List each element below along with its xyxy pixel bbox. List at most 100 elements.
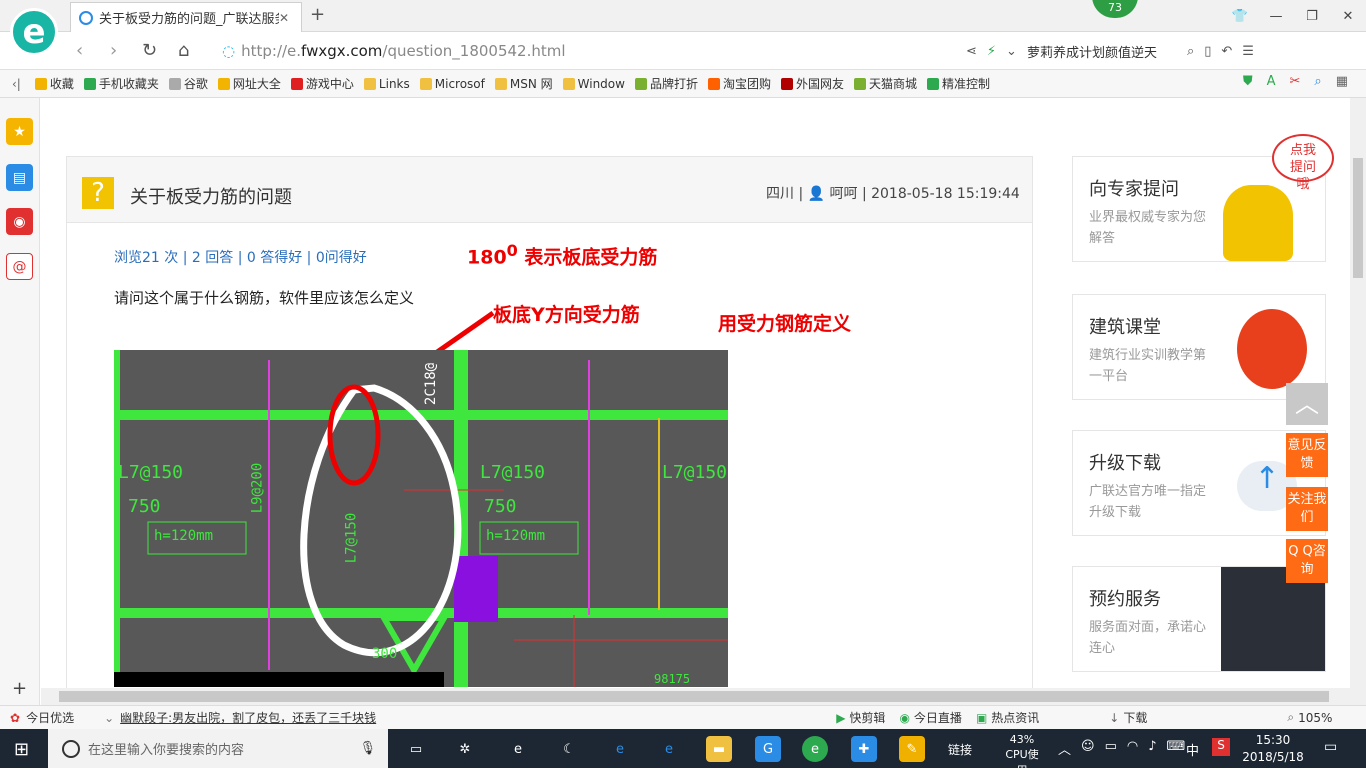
share-icon[interactable]: ⋖ [966,44,977,59]
status-clip[interactable]: 快剪辑 [849,709,885,726]
vertical-scroll-thumb[interactable] [1353,158,1363,278]
undo-icon[interactable]: ↶ [1221,44,1232,59]
status-live[interactable]: 今日直播 [914,709,962,726]
qq-button[interactable]: Q Q咨询 [1286,539,1328,583]
cad-label: 300 [372,646,398,662]
refresh-icon[interactable]: ↻ [142,40,157,61]
minimize-icon[interactable]: — [1258,0,1294,32]
ask-bubble[interactable]: 点我提问哦 [1272,134,1334,192]
bookmark-item[interactable]: Links [363,77,410,91]
cad-drawing [114,350,728,687]
follow-button[interactable]: 关注我们 [1286,487,1328,531]
app-c-icon[interactable]: ☾ [556,736,582,762]
mobile-icon[interactable]: ▯ [1204,44,1211,59]
add-icon[interactable]: + [12,678,27,699]
notification-center-icon[interactable]: ▭ [1324,739,1337,755]
feedback-button[interactable]: 意见反馈 [1286,433,1328,477]
reader-icon[interactable]: ▤ [6,164,33,191]
today-picks[interactable]: 今日优选 [26,709,74,726]
clock[interactable]: 15:30 2018/5/18 [1240,732,1306,766]
search-input[interactable]: 萝莉养成计划颜值逆天 [1027,42,1177,61]
horizontal-scroll-thumb[interactable] [59,691,1329,702]
grid-icon[interactable]: ▦ [1336,74,1348,89]
taskbar-search[interactable]: 在这里输入你要搜索的内容 🎙 [48,729,388,768]
tray-volume-icon[interactable]: ♪ [1148,739,1156,758]
scissors-icon[interactable]: ✂ [1290,74,1301,89]
back-to-top-icon[interactable]: ︿ [1286,383,1328,425]
zoom-level[interactable]: 105% [1298,711,1332,725]
tray-app-icon[interactable]: ☺ [1081,739,1095,758]
weibo-icon[interactable]: ◉ [6,208,33,235]
search-icon[interactable]: ⌕ [1187,44,1194,59]
bookmark-item[interactable]: 收藏 [34,75,74,92]
bookmark-item[interactable]: 手机收藏夹 [83,75,159,92]
bookmark-item[interactable]: 品牌打折 [634,75,698,92]
news-ticker[interactable]: 幽默段子:男友出院，割了皮包，还丢了三千块钱 [120,709,376,726]
browser-taskbar-icon[interactable]: e [802,736,828,762]
app-g-icon[interactable]: G [755,736,781,762]
shield-icon[interactable]: ⛊ [1243,74,1253,89]
today-icon: ✿ [10,710,21,725]
skin-icon[interactable]: 👕 [1222,0,1258,32]
ask-expert-desc: 业界最权威专家为您解答 [1089,210,1207,246]
windows-start-icon[interactable]: ⊞ [14,739,29,760]
notes-icon[interactable]: ✎ [899,736,925,762]
url-field[interactable]: ◌ http://e. fwxgx.com/question_1800542.ht… [222,38,972,64]
tray-wifi-icon[interactable]: ◠ [1127,739,1138,758]
close-window-icon[interactable]: ✕ [1330,0,1366,32]
status-news[interactable]: 热点资讯 [991,709,1039,726]
page-content: ? 关于板受力筋的问题 四川 | 👤 呵呵 | 2018-05-18 15:19… [41,98,1350,688]
sogou-icon[interactable]: S [1212,738,1230,756]
chevron-down-icon[interactable]: ⌄ [104,711,114,725]
maximize-icon[interactable]: ❐ [1294,0,1330,32]
bookmark-item[interactable]: 外国网友 [781,75,844,92]
browser-tab[interactable]: 关于板受力筋的问题_广联达服务 ✕ [70,2,302,32]
links-label[interactable]: 链接 [948,741,972,758]
tray-battery-icon[interactable]: ▭ [1105,739,1117,758]
bookmark-label: 网址大全 [232,77,281,91]
zoom-icon[interactable]: ⌕ [1314,74,1321,89]
bookmark-item[interactable]: 网址大全 [217,75,281,92]
bookmark-item[interactable]: 天猫商城 [854,75,917,92]
bookmark-item[interactable]: 淘宝团购 [707,75,771,92]
bookmark-item[interactable]: Window [562,77,625,91]
folder-icon[interactable]: ▬ [706,736,732,762]
browser-logo-icon[interactable]: e [10,8,58,56]
pinwheel-icon[interactable]: ✲ [452,736,478,762]
bookmark-item[interactable]: 精准控制 [927,75,990,92]
home-icon[interactable]: ⌂ [178,40,189,61]
forward-icon[interactable]: › [110,40,117,61]
edge-e-icon[interactable]: e [505,736,531,762]
chevron-down-icon[interactable]: ⌄ [1006,44,1017,59]
edge-icon[interactable]: e [607,736,633,762]
cpu-widget[interactable]: 43% CPU使用 [1000,733,1044,778]
back-icon[interactable]: ‹ [76,40,83,61]
taskbar-search-placeholder: 在这里输入你要搜索的内容 [88,743,245,758]
mic-icon[interactable]: 🎙 [359,741,376,756]
ie-icon[interactable]: e [656,736,682,762]
app-plus-icon[interactable]: ✚ [851,736,877,762]
tray-keyboard-icon[interactable]: ⌨ [1167,739,1186,758]
bookmark-item[interactable]: 游戏中心 [290,75,354,92]
lightning-icon[interactable]: ⚡ [987,44,996,59]
translate-icon[interactable]: A [1267,74,1276,89]
bookmark-item[interactable]: 谷歌 [168,75,208,92]
question-stats[interactable]: 浏览21 次 | 2 回答 | 0 答得好 | 0问得好 [114,247,367,267]
ime-indicator[interactable]: 中 [1186,740,1199,759]
vertical-scrollbar[interactable] [1350,98,1366,705]
tray-up-icon[interactable]: ︿ [1058,739,1071,758]
sidebar-toggle-icon[interactable]: ‹| [12,77,21,91]
task-view-icon[interactable]: ▭ [403,736,429,762]
new-tab-icon[interactable]: + [310,4,325,25]
bookmark-item[interactable]: Microsof [419,77,485,91]
bookmark-label: 收藏 [49,77,74,91]
status-download[interactable]: 下载 [1123,709,1147,726]
menu-icon[interactable]: ☰ [1242,44,1254,59]
favorites-icon[interactable]: ★ [6,118,33,145]
horizontal-scrollbar[interactable] [41,688,1350,705]
tab-close-icon[interactable]: ✕ [279,11,293,25]
bookmark-item[interactable]: MSN 网 [494,75,553,92]
cad-image[interactable]: L7@150 750 h=120mm L9@200 L7@150 L7@150 … [114,350,728,687]
annotation-y-direction: 板底Y方向受力筋 [493,304,640,326]
mail-icon[interactable]: @ [6,253,33,280]
